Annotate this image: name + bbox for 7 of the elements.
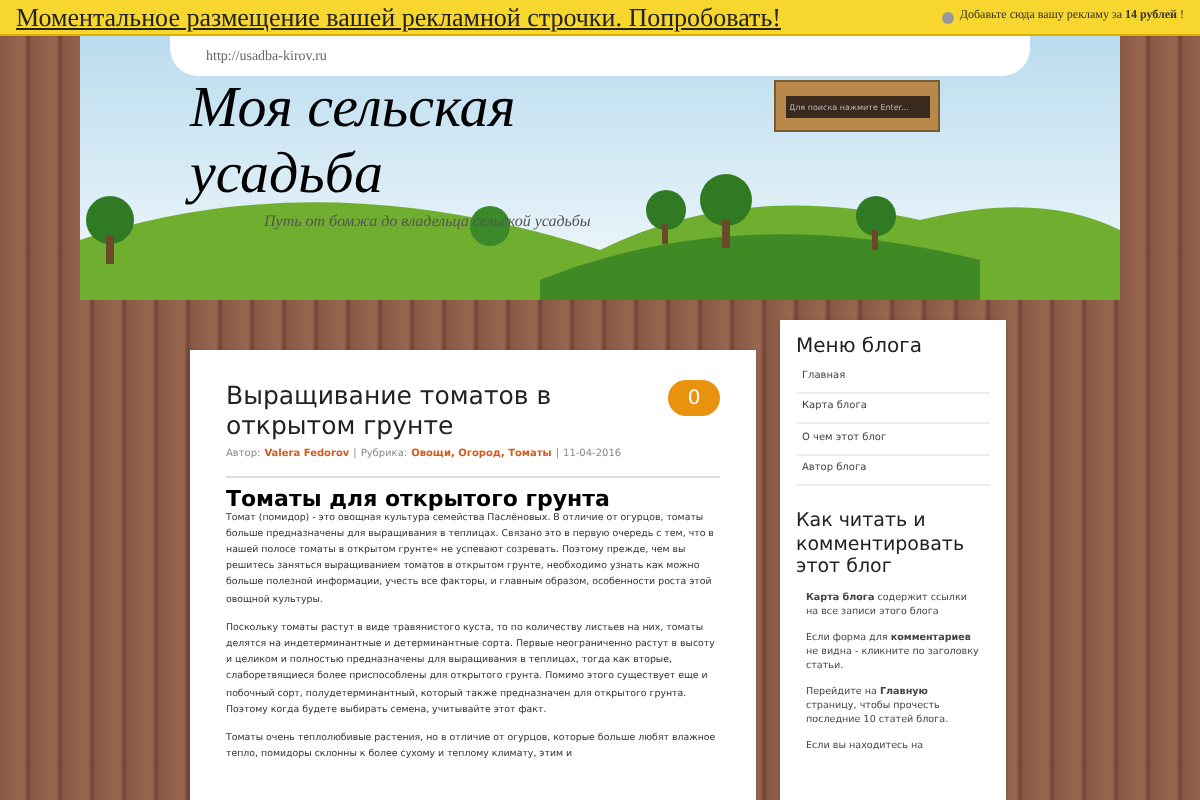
post-title[interactable]: Выращивание томатов в открытом грунте (226, 380, 666, 440)
site-title: Моя сельская усадьба (190, 76, 610, 208)
coin-icon (941, 11, 954, 23)
ad-link[interactable]: Моментальное размещение вашей рекламной строчки. Попробовать! (16, 0, 781, 37)
post-heading: Томаты для открытого грунта (226, 487, 612, 511)
sidebar-title: Как читать и комментировать этот блог (796, 510, 967, 579)
sidebar-title: Меню блога (796, 334, 924, 362)
